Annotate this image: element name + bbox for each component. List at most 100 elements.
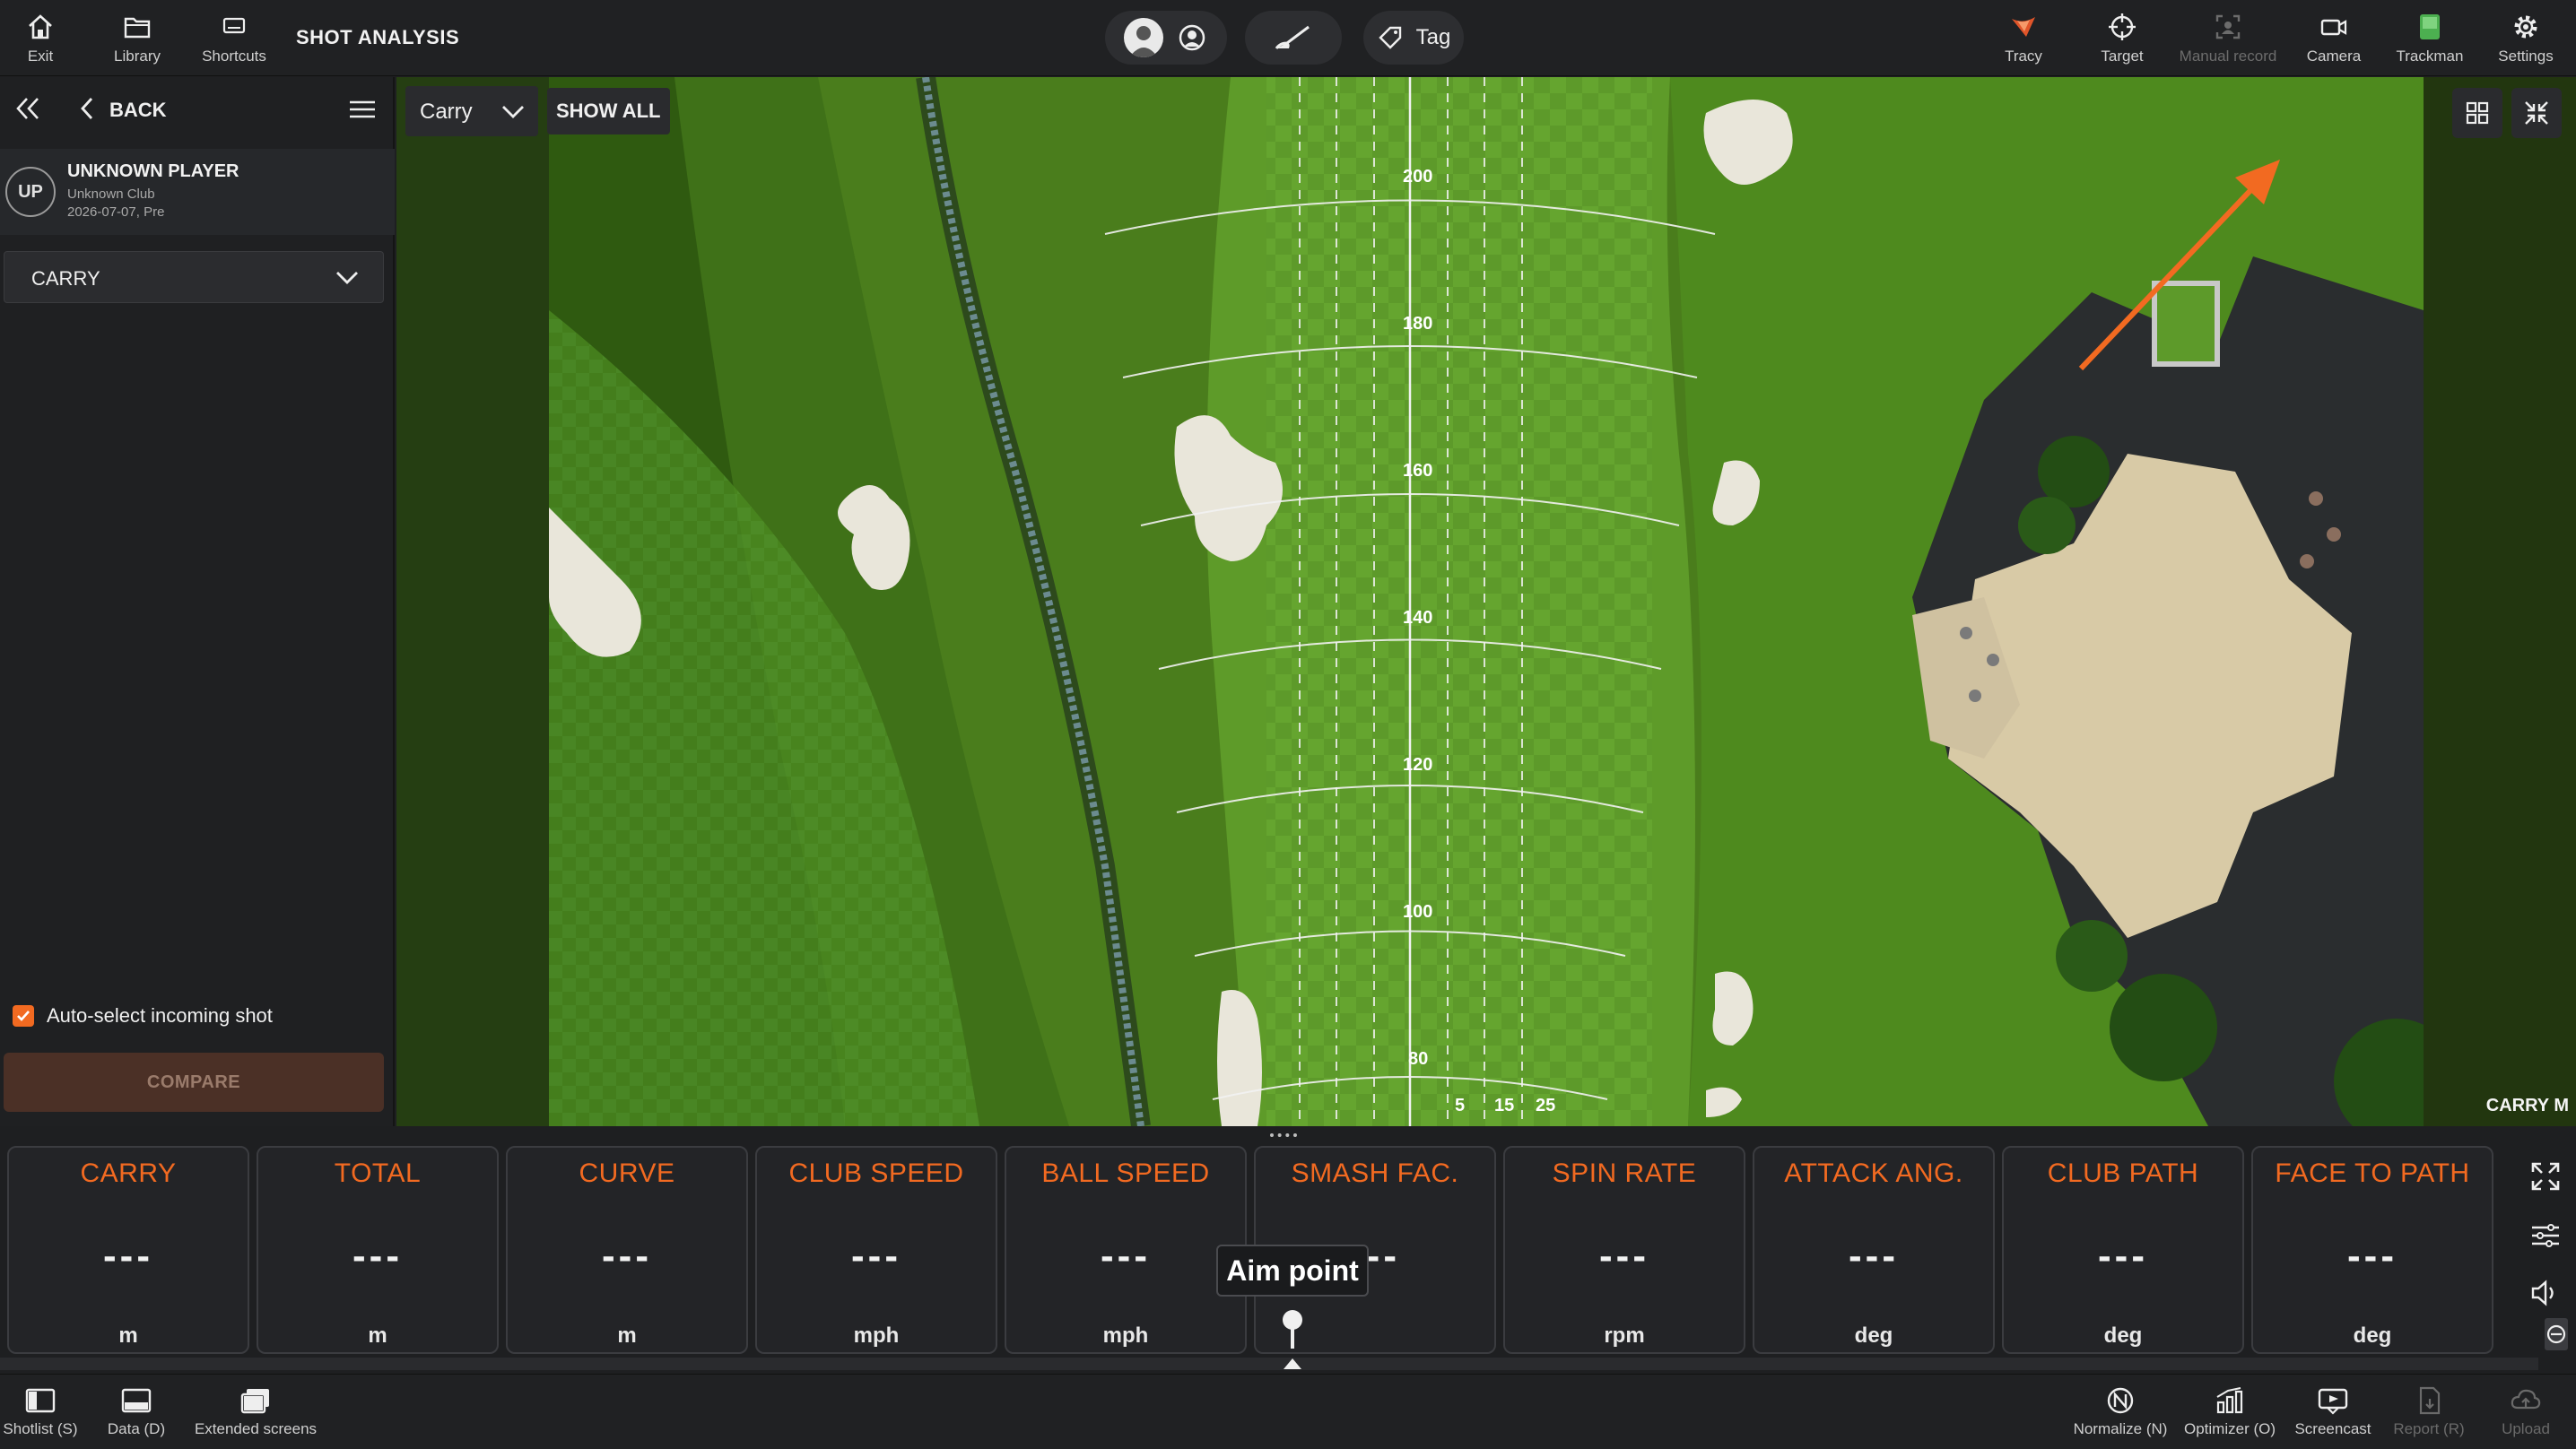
course-illustration xyxy=(549,77,2459,1126)
back-button[interactable]: BACK xyxy=(109,99,167,122)
player-avatar: UP xyxy=(5,167,56,217)
session-date: 2026-07-07, Pre xyxy=(67,204,165,220)
home-icon xyxy=(29,13,52,39)
auto-select-checkbox[interactable] xyxy=(13,1005,34,1027)
gear-icon xyxy=(2514,15,2537,38)
metric-tile-club-speed[interactable]: CLUB SPEED --- mph xyxy=(755,1146,997,1354)
chevron-down-icon xyxy=(336,272,358,284)
trackman-icon xyxy=(2420,13,2440,39)
fullscreen-button[interactable] xyxy=(2528,1158,2563,1194)
metric-tile-spin-rate[interactable]: SPIN RATE --- rpm xyxy=(1503,1146,1745,1354)
shotlist-icon xyxy=(25,1388,56,1413)
target-icon xyxy=(2109,13,2136,40)
camera-button[interactable]: Camera xyxy=(2302,0,2366,76)
collapse-panel-icon[interactable] xyxy=(13,95,45,122)
lateral-label: 5 xyxy=(1455,1096,1466,1115)
screencast-icon xyxy=(2318,1388,2348,1415)
lateral-label: 25 xyxy=(1536,1096,1556,1115)
metric-tile-attack-angle[interactable]: ATTACK ANG. --- deg xyxy=(1753,1146,1995,1354)
collapse-view-button[interactable] xyxy=(2511,88,2562,138)
shot-list-panel: BACK UP UNKNOWN PLAYER Unknown Club 2026… xyxy=(0,77,395,1126)
tracy-icon xyxy=(2012,16,2035,37)
distance-label: 100 xyxy=(1403,902,1433,922)
map-margin-right xyxy=(2424,77,2576,1126)
show-all-button[interactable]: SHOW ALL xyxy=(547,88,670,134)
adjust-button[interactable] xyxy=(2528,1218,2563,1254)
metric-tile-carry[interactable]: CARRY --- m xyxy=(7,1146,249,1354)
screencast-button[interactable]: Screencast xyxy=(2291,1375,2375,1449)
normalize-button[interactable]: Normalize (N) xyxy=(2067,1375,2174,1449)
tag-button[interactable]: Tag xyxy=(1363,11,1464,65)
player-card[interactable]: UP UNKNOWN PLAYER Unknown Club 2026-07-0… xyxy=(0,149,395,235)
metric-tile-curve[interactable]: CURVE --- m xyxy=(506,1146,748,1354)
user-icon xyxy=(1129,26,1158,57)
metric-tile-club-path[interactable]: CLUB PATH --- deg xyxy=(2002,1146,2244,1354)
metric-tile-face-to-path[interactable]: FACE TO PATH --- deg xyxy=(2251,1146,2493,1354)
compare-button[interactable]: COMPARE xyxy=(4,1053,384,1112)
manual-record-button[interactable]: Manual record xyxy=(2171,0,2285,76)
grid-view-button[interactable] xyxy=(2452,88,2502,138)
optimizer-button[interactable]: Optimizer (O) xyxy=(2178,1375,2282,1449)
top-toolbar: Exit Library Shortcuts SHOT ANALYSIS Tag… xyxy=(0,0,2576,76)
player-name: UNKNOWN PLAYER xyxy=(67,161,239,181)
aim-point-tooltip: Aim point xyxy=(1216,1245,1369,1297)
player-view-toggle[interactable] xyxy=(1105,11,1227,65)
menu-icon[interactable] xyxy=(348,99,377,120)
distance-label: 120 xyxy=(1403,755,1433,775)
grid-icon xyxy=(2466,101,2489,125)
shortcuts-icon xyxy=(222,17,246,33)
normalize-icon xyxy=(2107,1387,2134,1414)
tag-icon xyxy=(1378,26,1401,49)
metric-select[interactable]: CARRY xyxy=(4,251,384,303)
report-icon xyxy=(2419,1386,2441,1415)
upload-button[interactable]: Upload xyxy=(2493,1375,2558,1449)
distance-label: 180 xyxy=(1403,314,1433,334)
sound-button[interactable] xyxy=(2528,1275,2563,1311)
library-button[interactable]: Library xyxy=(106,0,169,76)
shortcuts-button[interactable]: Shortcuts xyxy=(196,0,273,76)
club-selector[interactable] xyxy=(1245,11,1342,65)
map-metric-dropdown[interactable]: Carry xyxy=(405,86,538,136)
chevron-left-icon[interactable] xyxy=(77,95,97,122)
exit-button[interactable]: Exit xyxy=(13,0,68,76)
compress-icon xyxy=(2525,101,2548,125)
tracy-button[interactable]: Tracy xyxy=(2000,0,2047,76)
chevron-down-icon xyxy=(502,106,524,118)
distance-label: 80 xyxy=(1408,1049,1429,1069)
shot-timeline[interactable] xyxy=(0,1358,2538,1370)
shot-map[interactable]: 200 180 160 140 120 100 80 5 15 25 Carry… xyxy=(396,77,2576,1126)
bottom-toolbar: Shotlist (S) Data (D) Extended screens N… xyxy=(0,1374,2576,1449)
face-swap-icon[interactable] xyxy=(1176,22,1208,54)
collapse-strip-button[interactable] xyxy=(2538,1316,2574,1352)
report-button[interactable]: Report (R) xyxy=(2388,1375,2470,1449)
aim-point-pin-icon[interactable] xyxy=(1277,1307,1308,1352)
settings-button[interactable]: Settings xyxy=(2493,0,2558,76)
trackman-button[interactable]: Trackman xyxy=(2391,0,2468,76)
extended-screens-icon xyxy=(240,1389,269,1414)
avatar[interactable] xyxy=(1124,18,1163,57)
lateral-label: 15 xyxy=(1494,1096,1515,1115)
resize-handle[interactable] xyxy=(1270,1133,1297,1137)
page-title: SHOT ANALYSIS xyxy=(296,26,460,48)
extended-screens-button[interactable]: Extended screens xyxy=(188,1375,323,1449)
panel-header: BACK xyxy=(0,77,393,142)
distance-label: 200 xyxy=(1403,167,1433,187)
map-margin-left xyxy=(396,77,549,1126)
target-button[interactable]: Target xyxy=(2095,0,2149,76)
auto-select-row[interactable]: Auto-select incoming shot xyxy=(13,1004,273,1028)
shotlist-button[interactable]: Shotlist (S) xyxy=(2,1375,79,1449)
timeline-marker-icon[interactable] xyxy=(1283,1358,1302,1370)
upload-icon xyxy=(2511,1389,2541,1410)
minus-icon xyxy=(2545,1318,2568,1350)
course-view[interactable]: 200 180 160 140 120 100 80 5 15 25 xyxy=(549,77,2459,1126)
speaker-icon xyxy=(2531,1280,2554,1306)
expand-icon xyxy=(2531,1162,2560,1191)
metric-tile-total[interactable]: TOTAL --- m xyxy=(257,1146,499,1354)
player-club: Unknown Club xyxy=(67,187,155,202)
optimizer-icon xyxy=(2216,1387,2243,1414)
manual-record-icon xyxy=(2215,14,2241,39)
data-button[interactable]: Data (D) xyxy=(100,1375,172,1449)
metric-tile-ball-speed[interactable]: BALL SPEED --- mph xyxy=(1005,1146,1247,1354)
distance-label: 140 xyxy=(1403,608,1433,628)
golf-club-icon xyxy=(1275,25,1310,49)
